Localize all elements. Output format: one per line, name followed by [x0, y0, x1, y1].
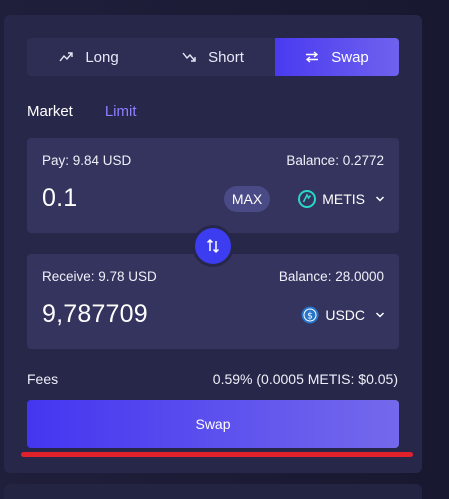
- highlight-underline: [21, 452, 413, 457]
- receive-amount: 9,787709: [42, 300, 148, 328]
- switch-direction-button[interactable]: [195, 228, 231, 264]
- pay-token-label: METIS: [322, 191, 365, 207]
- tab-long[interactable]: Long: [27, 38, 151, 76]
- receive-balance: Balance: 28.0000: [278, 269, 384, 284]
- pay-balance: Balance: 0.2772: [286, 153, 384, 168]
- receive-usd-label: Receive: 9.78 USD: [42, 269, 157, 284]
- next-panel: [4, 484, 422, 499]
- swap-submit-button[interactable]: Swap: [27, 400, 399, 448]
- metis-token-icon: [298, 190, 317, 208]
- pay-usd-label: Pay: 9.84 USD: [42, 153, 132, 168]
- trend-down-icon: [182, 52, 196, 62]
- tab-short[interactable]: Short: [151, 38, 275, 76]
- trend-up-icon: [59, 52, 74, 62]
- app-background: Long Short Swap Market Limit Pay: 9.84 U…: [0, 0, 449, 499]
- pay-amount-input[interactable]: 0.1: [42, 184, 77, 213]
- receive-token-selector[interactable]: $ USDC: [301, 302, 385, 328]
- order-type-limit[interactable]: Limit: [105, 103, 137, 120]
- swap-vertical-icon: [206, 238, 220, 254]
- trade-panel: Long Short Swap Market Limit Pay: 9.84 U…: [4, 15, 422, 473]
- pay-token-selector[interactable]: METIS: [298, 186, 385, 212]
- tab-swap[interactable]: Swap: [275, 38, 399, 76]
- usdc-token-icon: $: [301, 306, 319, 324]
- receive-panel: Receive: 9.78 USD Balance: 28.0000 9,787…: [27, 254, 399, 349]
- chevron-down-icon: [375, 312, 385, 318]
- tab-swap-label: Swap: [331, 48, 369, 66]
- svg-text:$: $: [307, 312, 313, 322]
- chevron-down-icon: [375, 196, 385, 202]
- pay-panel: Pay: 9.84 USD Balance: 0.2772 0.1 MAX ME…: [27, 138, 399, 233]
- tab-short-label: Short: [208, 48, 244, 66]
- swap-arrows-icon: [306, 51, 319, 63]
- fees-label: Fees: [27, 371, 59, 387]
- receive-token-label: USDC: [325, 307, 365, 323]
- max-button[interactable]: MAX: [224, 186, 270, 212]
- trade-mode-tabs: Long Short Swap: [27, 38, 399, 76]
- fees-value: 0.59% (0.0005 METIS: $0.05): [212, 371, 398, 387]
- order-type-selector: Market Limit: [27, 103, 137, 120]
- tab-long-label: Long: [85, 48, 119, 66]
- order-type-market[interactable]: Market: [27, 103, 73, 120]
